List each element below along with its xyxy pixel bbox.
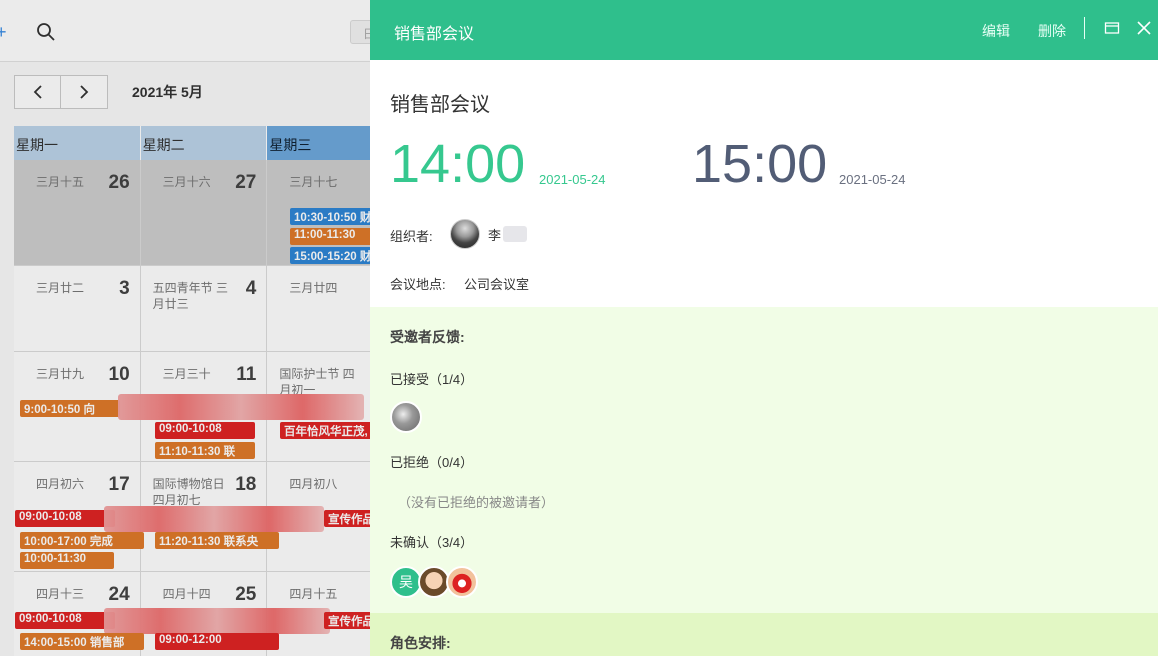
edit-button[interactable]: 编辑 [982,21,1010,41]
organizer-label: 组织者: [390,229,433,244]
end-time: 15:00 [692,134,828,194]
start-date: 2021-05-24 [539,172,606,187]
accepted-avatar[interactable] [390,401,422,433]
unconfirmed-avatar[interactable] [446,566,478,598]
end-date: 2021-05-24 [839,172,906,187]
organizer-avatar [450,219,480,249]
roles-title: 角色安排: [390,635,451,651]
unconfirmed-label: 未确认（3/4） [390,535,474,550]
organizer[interactable]: 李 [450,219,534,249]
location-value: 公司会议室 [464,277,530,292]
maximize-icon[interactable] [1104,20,1120,36]
organizer-name: 李 [488,227,502,243]
event-info: 销售部会议 14:00 2021-05-24 15:00 2021-05-24 … [370,60,1158,307]
panel-header-title: 销售部会议 [394,26,475,43]
role-assignment-section: 角色安排: [370,613,1158,656]
accepted-label: 已接受（1/4） [390,372,474,387]
header-divider [1084,17,1085,39]
panel-header: 销售部会议 编辑 删除 [370,0,1158,60]
location-label: 会议地点: [390,277,446,292]
close-icon[interactable] [1136,20,1152,36]
feedback-title: 受邀者反馈: [390,329,465,345]
start-time: 14:00 [390,134,526,194]
event-title: 销售部会议 [390,94,490,116]
event-detail-panel: 销售部会议 编辑 删除 销售部会议 14:00 2021-05-24 15:00… [370,0,1158,656]
invitee-feedback-section: 受邀者反馈: 已接受（1/4） 已拒绝（0/4） （没有已拒绝的被邀请者） 未确… [370,307,1158,613]
redacted-name [503,226,528,242]
rejected-empty-text: （没有已拒绝的被邀请者） [398,495,555,510]
rejected-label: 已拒绝（0/4） [390,455,474,470]
delete-button[interactable]: 删除 [1038,21,1066,41]
calendar-view: + 日 2021年 5月 星期一 星期二 星期三 三月十五 26 三月十六 27… [0,0,370,656]
modal-backdrop[interactable] [0,0,370,656]
